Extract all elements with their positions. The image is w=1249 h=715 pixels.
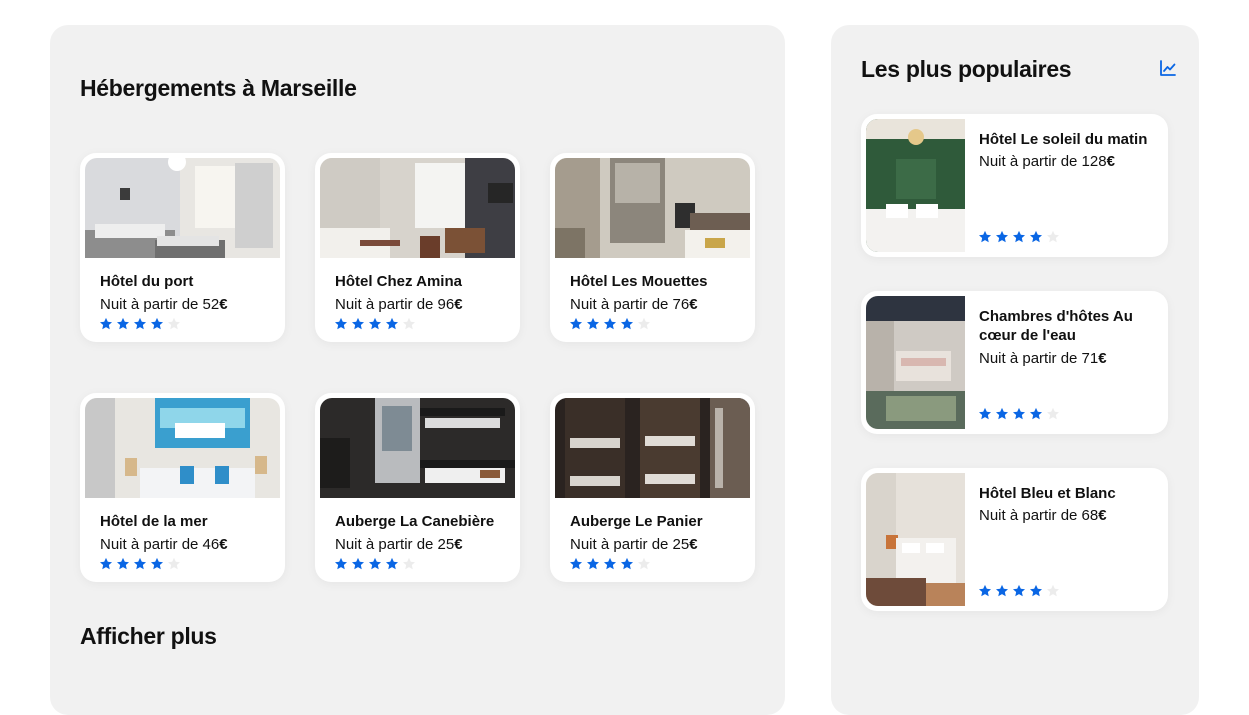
hotel-photo bbox=[866, 296, 965, 429]
star-filled-icon bbox=[586, 317, 600, 330]
hotel-name: Hôtel Le soleil du matin bbox=[979, 131, 1148, 148]
star-empty-icon bbox=[402, 317, 416, 330]
section-title: Hébergements à Marseille bbox=[80, 75, 357, 101]
hotel-price: Nuit à partir de 25€ bbox=[570, 536, 698, 553]
star-filled-icon bbox=[368, 557, 382, 570]
star-empty-icon bbox=[637, 557, 651, 570]
star-empty-icon bbox=[1046, 230, 1060, 243]
hotel-name: Auberge Le Panier bbox=[570, 513, 703, 530]
section-title: Les plus populaires bbox=[861, 56, 1072, 82]
hotel-name: Hôtel de la mer bbox=[100, 513, 208, 530]
star-filled-icon bbox=[978, 407, 992, 420]
star-filled-icon bbox=[334, 317, 348, 330]
popular-panel: Les plus populaires Hôtel Le soleil du m… bbox=[831, 25, 1199, 715]
star-filled-icon bbox=[351, 557, 365, 570]
star-rating bbox=[334, 317, 416, 331]
star-filled-icon bbox=[603, 317, 617, 330]
star-rating bbox=[978, 407, 1060, 421]
star-filled-icon bbox=[569, 557, 583, 570]
star-filled-icon bbox=[620, 317, 634, 330]
star-filled-icon bbox=[995, 584, 1009, 597]
hotel-photo bbox=[866, 119, 965, 252]
hotel-photo bbox=[866, 473, 965, 606]
star-filled-icon bbox=[385, 317, 399, 330]
hotel-name: Auberge La Canebière bbox=[335, 513, 495, 530]
star-filled-icon bbox=[995, 230, 1009, 243]
hotel-name: Hôtel Les Mouettes bbox=[570, 273, 708, 290]
hotel-price: Nuit à partir de 71€ bbox=[979, 350, 1107, 367]
star-filled-icon bbox=[586, 557, 600, 570]
hotel-name: Hôtel Bleu et Blanc bbox=[979, 485, 1116, 502]
star-rating bbox=[569, 317, 651, 331]
star-filled-icon bbox=[995, 407, 1009, 420]
star-filled-icon bbox=[133, 317, 147, 330]
hotel-name: Chambres d'hôtes Au cœur de l'eau bbox=[979, 308, 1133, 344]
star-empty-icon bbox=[637, 317, 651, 330]
hotel-price: Nuit à partir de 25€ bbox=[335, 536, 463, 553]
star-filled-icon bbox=[116, 317, 130, 330]
star-filled-icon bbox=[978, 584, 992, 597]
star-empty-icon bbox=[167, 557, 181, 570]
hotel-card[interactable]: Auberge Le Panier Nuit à partir de 25€ bbox=[550, 393, 755, 582]
show-more-link[interactable]: Afficher plus bbox=[80, 623, 217, 650]
star-filled-icon bbox=[150, 317, 164, 330]
hotel-price: Nuit à partir de 46€ bbox=[100, 536, 228, 553]
star-filled-icon bbox=[603, 557, 617, 570]
hotel-photo bbox=[85, 398, 280, 498]
popular-hotel-card[interactable]: Chambres d'hôtes Au cœur de l'eau Nuit à… bbox=[861, 291, 1168, 434]
popular-hotel-card[interactable]: Hôtel Bleu et Blanc Nuit à partir de 68€ bbox=[861, 468, 1168, 611]
star-filled-icon bbox=[99, 557, 113, 570]
popular-hotel-card[interactable]: Hôtel Le soleil du matin Nuit à partir d… bbox=[861, 114, 1168, 257]
hotel-price: Nuit à partir de 52€ bbox=[100, 296, 228, 313]
hotel-photo bbox=[555, 158, 750, 258]
star-filled-icon bbox=[385, 557, 399, 570]
hotel-name: Hôtel Chez Amina bbox=[335, 273, 462, 290]
hotel-card[interactable]: Hôtel du port Nuit à partir de 52€ bbox=[80, 153, 285, 342]
trending-chart-icon[interactable] bbox=[1159, 59, 1177, 77]
star-empty-icon bbox=[402, 557, 416, 570]
star-rating bbox=[99, 317, 181, 331]
hotel-price: Nuit à partir de 76€ bbox=[570, 296, 698, 313]
star-filled-icon bbox=[1012, 230, 1026, 243]
star-rating bbox=[99, 557, 181, 571]
star-rating bbox=[569, 557, 651, 571]
star-filled-icon bbox=[1029, 407, 1043, 420]
star-filled-icon bbox=[569, 317, 583, 330]
star-filled-icon bbox=[133, 557, 147, 570]
hotel-photo bbox=[85, 158, 280, 258]
hotel-card[interactable]: Auberge La Canebière Nuit à partir de 25… bbox=[315, 393, 520, 582]
hotel-photo bbox=[555, 398, 750, 498]
star-filled-icon bbox=[368, 317, 382, 330]
hotel-name: Hôtel du port bbox=[100, 273, 194, 290]
hotel-photo bbox=[320, 158, 515, 258]
star-empty-icon bbox=[167, 317, 181, 330]
star-empty-icon bbox=[1046, 584, 1060, 597]
star-filled-icon bbox=[1029, 230, 1043, 243]
star-filled-icon bbox=[978, 230, 992, 243]
star-filled-icon bbox=[116, 557, 130, 570]
star-filled-icon bbox=[334, 557, 348, 570]
star-filled-icon bbox=[1012, 407, 1026, 420]
star-filled-icon bbox=[99, 317, 113, 330]
star-rating bbox=[334, 557, 416, 571]
hotel-card[interactable]: Hôtel Chez Amina Nuit à partir de 96€ bbox=[315, 153, 520, 342]
hotel-price: Nuit à partir de 96€ bbox=[335, 296, 463, 313]
star-rating bbox=[978, 584, 1060, 598]
hotel-card[interactable]: Hôtel Les Mouettes Nuit à partir de 76€ bbox=[550, 153, 755, 342]
star-filled-icon bbox=[351, 317, 365, 330]
star-empty-icon bbox=[1046, 407, 1060, 420]
star-filled-icon bbox=[150, 557, 164, 570]
star-filled-icon bbox=[620, 557, 634, 570]
star-filled-icon bbox=[1012, 584, 1026, 597]
star-filled-icon bbox=[1029, 584, 1043, 597]
accommodations-panel: Hébergements à Marseille Hôtel du port N… bbox=[50, 25, 785, 715]
hotel-photo bbox=[320, 398, 515, 498]
star-rating bbox=[978, 230, 1060, 244]
hotel-price: Nuit à partir de 68€ bbox=[979, 507, 1107, 524]
hotel-price: Nuit à partir de 128€ bbox=[979, 153, 1115, 170]
hotel-card[interactable]: Hôtel de la mer Nuit à partir de 46€ bbox=[80, 393, 285, 582]
